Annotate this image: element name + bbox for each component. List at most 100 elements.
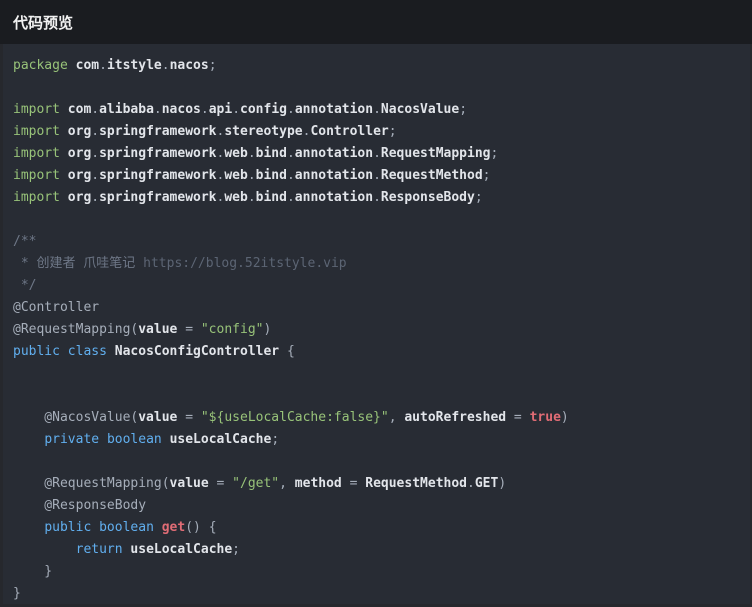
code-token: ) <box>498 476 507 491</box>
code-editor[interactable]: package com.itstyle.nacos; import com.ali… <box>3 44 750 604</box>
code-token: . <box>91 168 100 183</box>
code-token: . <box>286 168 295 183</box>
code-token: itstyle <box>106 58 162 73</box>
code-token: bind <box>255 190 287 205</box>
code-token: method <box>294 476 342 491</box>
code-token: = <box>177 322 201 337</box>
code-token: import <box>13 102 60 117</box>
code-token: web <box>224 190 248 205</box>
code-token: "config" <box>200 322 264 337</box>
code-token: annotation <box>294 190 374 205</box>
code-token: /** <box>13 234 37 249</box>
code-token: ; <box>271 432 280 447</box>
code-line: /** <box>13 231 740 253</box>
code-token: = <box>177 410 201 425</box>
code-token: import <box>13 146 60 161</box>
code-token: . <box>286 190 295 205</box>
code-token: public <box>44 520 92 535</box>
code-line: @Controller <box>13 297 740 319</box>
code-token: . <box>91 124 100 139</box>
code-token: ; <box>388 124 397 139</box>
code-token: annotation <box>294 146 374 161</box>
code-token: com <box>75 58 100 73</box>
code-token: useLocalCache <box>169 432 272 447</box>
code-line: @RequestMapping(value = "/get", method =… <box>13 473 740 495</box>
code-token: . <box>247 190 256 205</box>
code-token: autoRefreshed <box>404 410 507 425</box>
code-token: com <box>67 102 92 117</box>
code-token: annotation <box>294 168 374 183</box>
code-token: value <box>169 476 209 491</box>
code-token: @Controller <box>13 300 100 315</box>
code-token: = <box>208 476 233 491</box>
code-token: get <box>161 520 186 535</box>
code-line: @NacosValue(value = "${useLocalCache:fal… <box>13 407 740 429</box>
code-token: ; <box>482 168 491 183</box>
code-token: annotation <box>294 102 374 117</box>
code-token: ) <box>263 322 272 337</box>
panel-title: 代码预览 <box>13 13 74 32</box>
code-token: . <box>99 58 107 73</box>
code-token: config <box>240 102 287 117</box>
code-token: true <box>529 410 561 425</box>
code-token: ; <box>490 146 499 161</box>
code-token: RequestMethod <box>380 168 483 183</box>
code-line: private boolean useLocalCache; <box>13 429 740 451</box>
code-token: springframework <box>99 190 217 205</box>
code-token: . <box>286 102 295 117</box>
code-token: boolean <box>99 520 154 535</box>
code-token: nacos <box>169 58 209 73</box>
code-token: import <box>13 168 60 183</box>
code-token: . <box>161 58 170 73</box>
code-token: web <box>224 146 248 161</box>
panel-header: 代码预览 <box>0 0 752 44</box>
code-token: bind <box>255 168 287 183</box>
code-token: = <box>341 476 366 491</box>
code-line: import org.springframework.web.bind.anno… <box>13 187 740 209</box>
code-token: "/get" <box>232 476 280 491</box>
code-token: . <box>200 102 209 117</box>
code-token: web <box>224 168 248 183</box>
code-token: import <box>13 124 60 139</box>
code-token: springframework <box>99 146 217 161</box>
code-token: value <box>138 410 178 425</box>
code-token: . <box>373 102 381 117</box>
code-token: . <box>91 146 100 161</box>
code-token: = <box>506 410 530 425</box>
code-token: . <box>247 168 256 183</box>
code-line: } <box>13 583 740 604</box>
code-line: import org.springframework.web.bind.anno… <box>13 143 740 165</box>
code-token: @RequestMapping( <box>13 476 170 491</box>
code-line: @ResponseBody <box>13 495 740 517</box>
code-line: } <box>13 561 740 583</box>
code-token: . <box>373 146 381 161</box>
code-token: springframework <box>99 168 217 183</box>
code-token: . <box>91 102 100 117</box>
code-token: GET <box>474 476 499 491</box>
code-line: */ <box>13 275 740 297</box>
code-token: ; <box>474 190 483 205</box>
code-token: org <box>67 168 92 183</box>
code-token: @NacosValue( <box>13 410 139 425</box>
code-line: return useLocalCache; <box>13 539 740 561</box>
code-line: import com.alibaba.nacos.api.config.anno… <box>13 99 740 121</box>
code-token: class <box>67 344 107 359</box>
code-token: ; <box>232 542 240 557</box>
code-line: import org.springframework.web.bind.anno… <box>13 165 740 187</box>
code-token: ResponseBody <box>380 190 475 205</box>
code-token: package <box>13 58 68 73</box>
code-token: RequestMapping <box>380 146 491 161</box>
code-token: . <box>91 190 100 205</box>
